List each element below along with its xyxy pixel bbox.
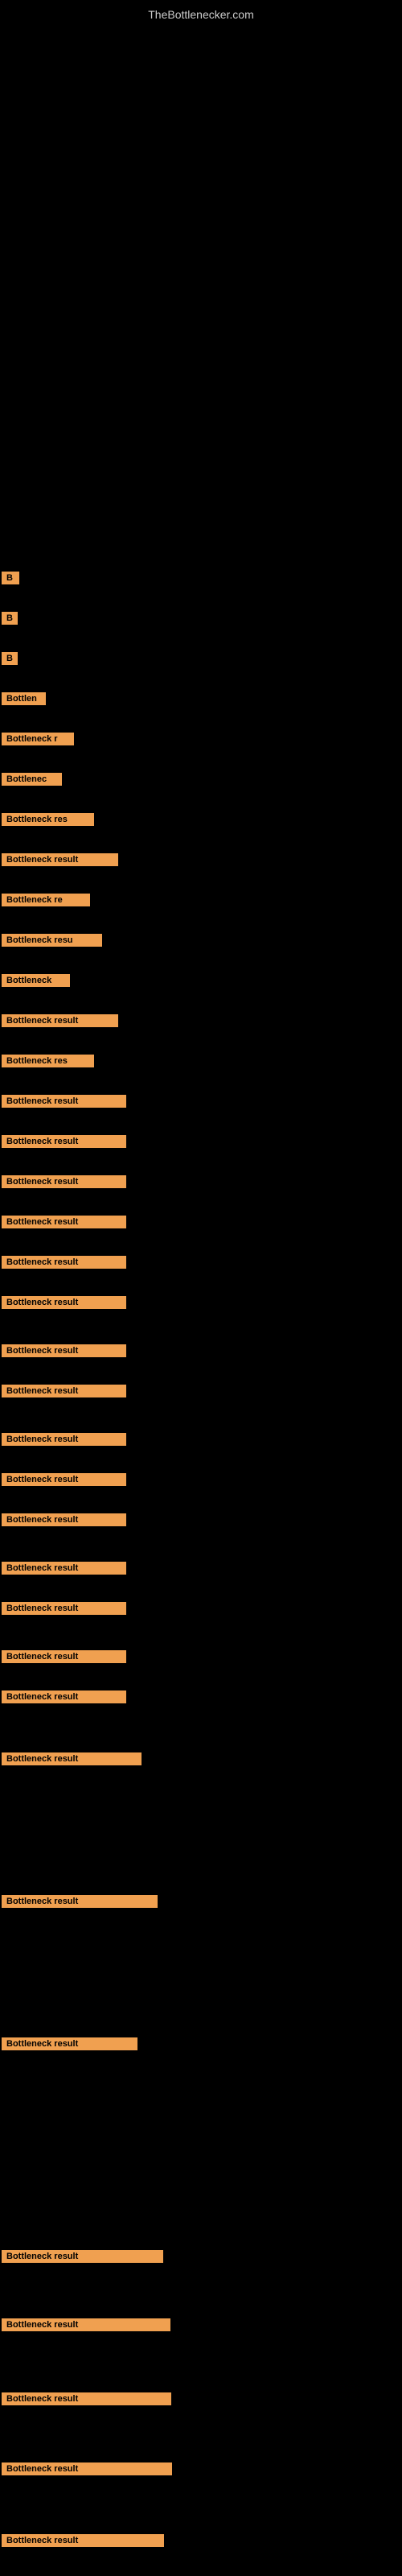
bottleneck-result-label: Bottleneck res (2, 813, 94, 826)
bottleneck-result-label: Bottleneck result (2, 1256, 126, 1269)
bottleneck-result-label: Bottleneck (2, 974, 70, 987)
bottleneck-result-label: Bottleneck result (2, 1344, 126, 1357)
bottleneck-result-label: Bottleneck result (2, 1296, 126, 1309)
bottleneck-result-label: B (2, 612, 18, 625)
bottleneck-result-label: Bottleneck result (2, 1175, 126, 1188)
site-title: TheBottlenecker.com (0, 2, 402, 27)
bottleneck-result-label: Bottleneck res (2, 1055, 94, 1067)
bottleneck-result-label: Bottleneck result (2, 2250, 163, 2263)
bottleneck-result-label: Bottleneck result (2, 1135, 126, 1148)
bottleneck-result-label: Bottleneck r (2, 733, 74, 745)
bottleneck-result-label: Bottleneck result (2, 1650, 126, 1663)
bottleneck-result-label: Bottleneck re (2, 894, 90, 906)
bottleneck-result-label: Bottleneck result (2, 1014, 118, 1027)
bottleneck-result-label: Bottleneck result (2, 1216, 126, 1228)
bottleneck-result-label: Bottleneck result (2, 1690, 126, 1703)
bottleneck-result-label: Bottleneck result (2, 2037, 137, 2050)
bottleneck-result-label: Bottleneck result (2, 1433, 126, 1446)
bottleneck-result-label: Bottlenec (2, 773, 62, 786)
bottleneck-result-label: Bottleneck result (2, 1095, 126, 1108)
bottleneck-result-label: Bottleneck result (2, 2462, 172, 2475)
bottleneck-result-label: B (2, 572, 19, 584)
bottleneck-result-label: Bottleneck result (2, 1752, 142, 1765)
bottleneck-result-label: Bottleneck result (2, 2392, 171, 2405)
bottleneck-result-label: Bottleneck result (2, 2534, 164, 2547)
bottleneck-result-label: Bottleneck result (2, 1562, 126, 1575)
bottleneck-result-label: Bottlen (2, 692, 46, 705)
bottleneck-result-label: B (2, 652, 18, 665)
bottleneck-result-label: Bottleneck result (2, 1473, 126, 1486)
bottleneck-result-label: Bottleneck result (2, 1513, 126, 1526)
bottleneck-result-label: Bottleneck result (2, 2318, 170, 2331)
bottleneck-result-label: Bottleneck result (2, 1602, 126, 1615)
bottleneck-result-label: Bottleneck result (2, 853, 118, 866)
bottleneck-result-label: Bottleneck result (2, 1895, 158, 1908)
bottleneck-result-label: Bottleneck result (2, 1385, 126, 1397)
bottleneck-result-label: Bottleneck resu (2, 934, 102, 947)
